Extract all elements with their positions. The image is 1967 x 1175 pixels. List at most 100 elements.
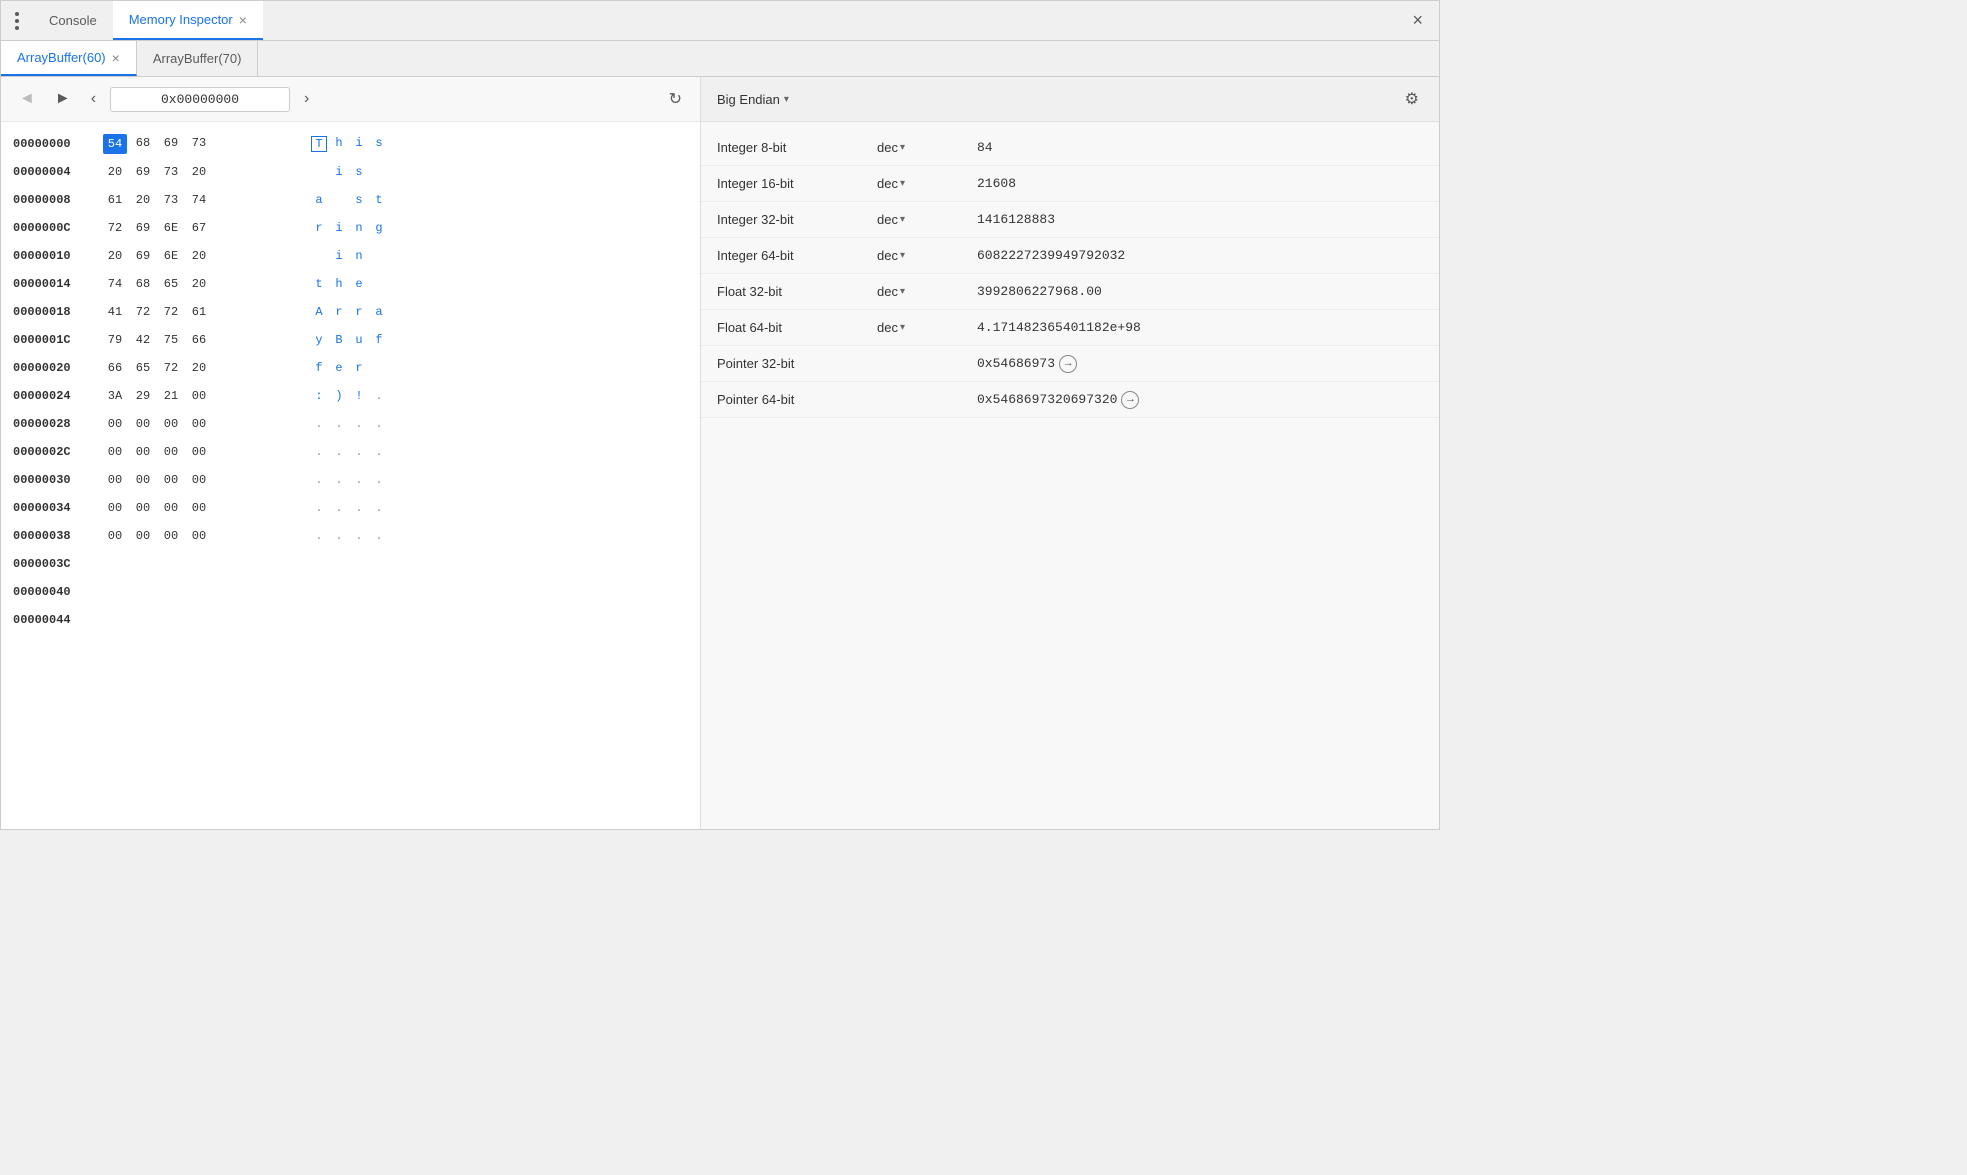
endian-dropdown-arrow[interactable]: ▾ [784,94,789,105]
back-button[interactable]: ◄ [13,86,41,112]
char-6-2[interactable]: r [351,305,367,319]
hex-byte-0-1[interactable]: 68 [131,134,155,154]
char-4-0[interactable] [311,249,327,263]
value-ptr64[interactable]: 0x5468697320697320 → [977,391,1423,409]
char-14-0[interactable]: . [311,529,327,543]
prev-page-button[interactable]: ‹ [85,86,102,112]
format-float64-wrapper[interactable]: dec ▾ [877,320,977,335]
char-3-0[interactable]: r [311,221,327,235]
char-3-3[interactable]: g [371,221,387,235]
hex-byte-11-2[interactable]: 00 [159,443,183,461]
tab-memory-inspector[interactable]: Memory Inspector × [113,1,263,40]
hex-byte-14-2[interactable]: 00 [159,527,183,545]
char-8-0[interactable]: f [311,361,327,375]
next-page-button[interactable]: › [298,86,315,112]
char-0-0[interactable]: T [311,136,327,152]
refresh-button[interactable]: ↻ [663,85,688,113]
hex-byte-13-3[interactable]: 00 [187,499,211,517]
char-10-1[interactable]: . [331,417,347,431]
char-2-2[interactable]: s [351,193,367,207]
char-10-3[interactable]: . [371,417,387,431]
buffer-tab-60[interactable]: ArrayBuffer(60) × [1,41,137,76]
format-int64-arrow[interactable]: ▾ [900,250,905,261]
hex-byte-13-0[interactable]: 00 [103,499,127,517]
hex-byte-12-2[interactable]: 00 [159,471,183,489]
char-2-1[interactable] [331,193,347,207]
hex-byte-2-0[interactable]: 61 [103,191,127,209]
char-13-2[interactable]: . [351,501,367,515]
ptr64-navigate-icon[interactable]: → [1121,391,1139,409]
hex-byte-11-0[interactable]: 00 [103,443,127,461]
char-1-3[interactable] [371,165,387,179]
format-float32-wrapper[interactable]: dec ▾ [877,284,977,299]
hex-byte-11-1[interactable]: 00 [131,443,155,461]
char-11-2[interactable]: . [351,445,367,459]
format-int32-arrow[interactable]: ▾ [900,214,905,225]
hex-byte-6-1[interactable]: 72 [131,303,155,321]
close-window-button[interactable]: × [1404,10,1431,31]
hex-byte-7-3[interactable]: 66 [187,331,211,349]
hex-byte-1-1[interactable]: 69 [131,163,155,181]
char-5-2[interactable]: e [351,277,367,291]
menu-dots-icon[interactable] [9,8,25,34]
hex-byte-11-3[interactable]: 00 [187,443,211,461]
hex-byte-7-1[interactable]: 42 [131,331,155,349]
char-3-2[interactable]: n [351,221,367,235]
forward-button[interactable]: ► [49,86,77,112]
format-int8-wrapper[interactable]: dec ▾ [877,140,977,155]
hex-byte-0-2[interactable]: 69 [159,134,183,154]
hex-byte-10-1[interactable]: 00 [131,415,155,433]
char-0-2[interactable]: i [351,136,367,152]
hex-byte-4-0[interactable]: 20 [103,247,127,265]
hex-byte-8-3[interactable]: 20 [187,359,211,377]
endian-select-wrapper[interactable]: Big Endian ▾ [717,92,789,107]
hex-byte-6-3[interactable]: 61 [187,303,211,321]
hex-byte-3-2[interactable]: 6E [159,219,183,237]
ptr32-navigate-icon[interactable]: → [1059,355,1077,373]
format-int16-arrow[interactable]: ▾ [900,178,905,189]
hex-byte-10-3[interactable]: 00 [187,415,211,433]
hex-byte-5-2[interactable]: 65 [159,275,183,293]
char-12-2[interactable]: . [351,473,367,487]
hex-byte-13-1[interactable]: 00 [131,499,155,517]
hex-byte-7-0[interactable]: 79 [103,331,127,349]
hex-byte-6-0[interactable]: 41 [103,303,127,321]
char-7-3[interactable]: f [371,333,387,347]
hex-byte-2-3[interactable]: 74 [187,191,211,209]
hex-byte-8-1[interactable]: 65 [131,359,155,377]
format-int16-wrapper[interactable]: dec ▾ [877,176,977,191]
hex-byte-1-3[interactable]: 20 [187,163,211,181]
char-6-3[interactable]: a [371,305,387,319]
char-8-2[interactable]: r [351,361,367,375]
char-1-0[interactable] [311,165,327,179]
hex-byte-5-3[interactable]: 20 [187,275,211,293]
hex-byte-1-0[interactable]: 20 [103,163,127,181]
char-14-1[interactable]: . [331,529,347,543]
hex-byte-5-1[interactable]: 68 [131,275,155,293]
char-11-1[interactable]: . [331,445,347,459]
hex-byte-10-2[interactable]: 00 [159,415,183,433]
char-4-1[interactable]: i [331,249,347,263]
hex-byte-9-3[interactable]: 00 [187,387,211,405]
char-6-0[interactable]: A [311,305,327,319]
char-9-3[interactable]: . [371,389,387,403]
hex-byte-9-1[interactable]: 29 [131,387,155,405]
hex-byte-8-0[interactable]: 66 [103,359,127,377]
hex-byte-14-1[interactable]: 00 [131,527,155,545]
char-7-1[interactable]: B [331,333,347,347]
hex-byte-0-3[interactable]: 73 [187,134,211,154]
hex-byte-4-1[interactable]: 69 [131,247,155,265]
hex-byte-0-0[interactable]: 54 [103,134,127,154]
char-0-1[interactable]: h [331,136,347,152]
char-8-3[interactable] [371,361,387,375]
char-14-2[interactable]: . [351,529,367,543]
tab-console[interactable]: Console [33,1,113,40]
format-float64-arrow[interactable]: ▾ [900,322,905,333]
hex-byte-4-3[interactable]: 20 [187,247,211,265]
hex-byte-9-0[interactable]: 3A [103,387,127,405]
char-1-1[interactable]: i [331,165,347,179]
char-13-3[interactable]: . [371,501,387,515]
hex-byte-3-1[interactable]: 69 [131,219,155,237]
char-13-0[interactable]: . [311,501,327,515]
hex-byte-2-2[interactable]: 73 [159,191,183,209]
